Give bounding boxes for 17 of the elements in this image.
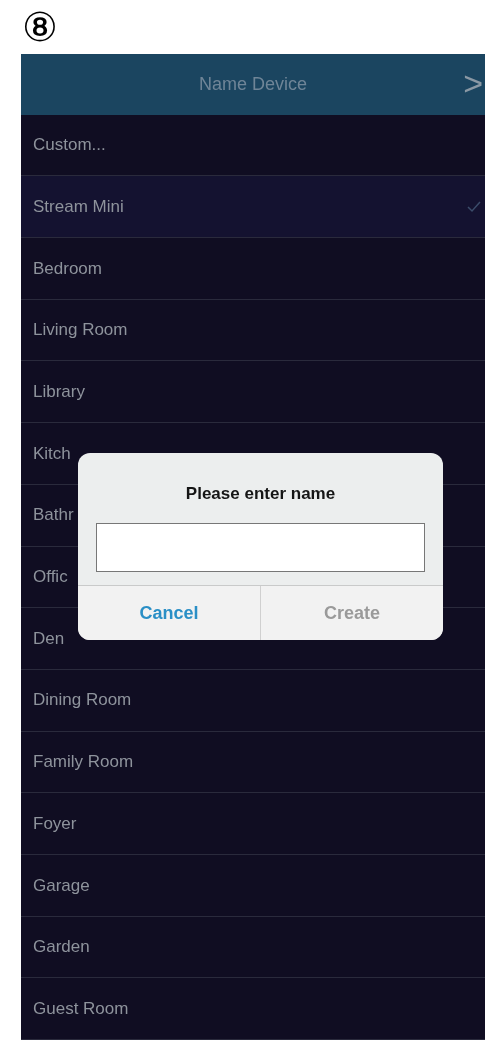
list-item[interactable]: Foyer	[21, 793, 485, 855]
name-field[interactable]	[96, 523, 425, 573]
list-item[interactable]: Stream Mini	[21, 176, 485, 239]
dialog-button[interactable]: Cancel	[78, 586, 260, 641]
list-item[interactable]: Library	[21, 361, 485, 424]
next-button[interactable]: >	[463, 65, 483, 100]
header-title: Name Device	[198, 72, 307, 96]
checkmark-icon	[467, 200, 481, 213]
list-item[interactable]: Garage	[21, 854, 485, 917]
step-number: ⑧	[22, 6, 58, 47]
dialog-title: Please enter name	[185, 482, 336, 505]
list-item[interactable]: Bedroom	[21, 238, 485, 300]
list-item[interactable]: Family Room	[21, 731, 485, 794]
list-item[interactable]: Garden	[21, 916, 485, 979]
list-item[interactable]: Dining Room	[21, 669, 485, 732]
list-item[interactable]: Living Room	[21, 299, 485, 362]
list-item[interactable]: Guest Room	[21, 978, 485, 1040]
